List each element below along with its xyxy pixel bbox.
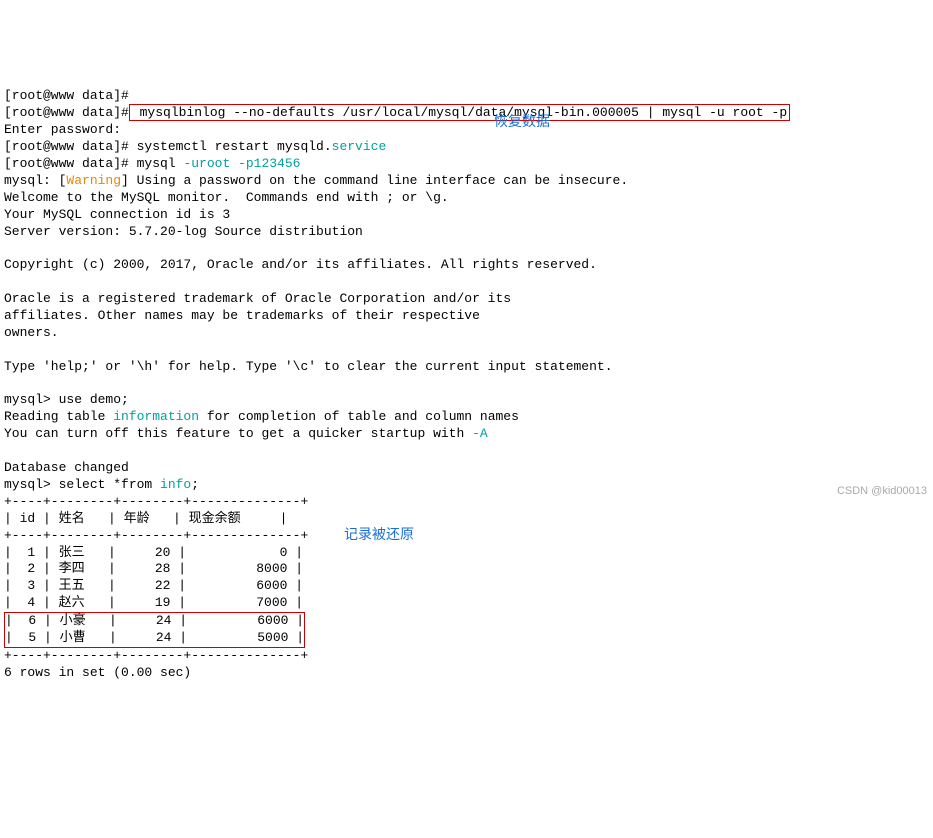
line-trademark-3: owners. <box>4 325 59 340</box>
table-header: | id | 姓名 | 年龄 | 现金余额 | <box>4 511 287 526</box>
annotation-restore-data: 恢复数据 <box>494 112 550 130</box>
watermark: CSDN @kid00013 <box>837 484 927 498</box>
mysql-creds: -uroot -p123456 <box>183 156 300 171</box>
command-highlight: mysqlbinlog --no-defaults /usr/local/mys… <box>129 104 790 121</box>
warn-post: ] Using a password on the command line i… <box>121 173 628 188</box>
line-trademark-2: affiliates. Other names may be trademark… <box>4 308 480 323</box>
line-db-changed: Database changed <box>4 460 129 475</box>
table-row: | 4 | 赵六 | 19 | 7000 | <box>4 595 303 610</box>
line-server-ver: Server version: 5.7.20-log Source distri… <box>4 224 363 239</box>
word-service: service <box>332 139 387 154</box>
flag-a: -A <box>472 426 488 441</box>
word-information: information <box>113 409 199 424</box>
table-name: info <box>160 477 191 492</box>
line-copyright: Copyright (c) 2000, 2017, Oracle and/or … <box>4 257 597 272</box>
line-use-db: mysql> use demo; <box>4 392 129 407</box>
prompt: [root@www data]# <box>4 105 129 120</box>
annotation-records-restored: 记录被还原 <box>344 525 414 543</box>
table-row: | 2 | 李四 | 28 | 8000 | <box>4 561 303 576</box>
line-truncated: [root@www data]# <box>4 88 129 103</box>
table-row: | 1 | 张三 | 20 | 0 | <box>4 545 303 560</box>
line-restart: [root@www data]# systemctl restart mysql… <box>4 139 332 154</box>
warning-word: Warning <box>66 173 121 188</box>
line-feature-a: You can turn off this feature to get a q… <box>4 426 472 441</box>
line-reading-a: Reading table <box>4 409 113 424</box>
terminal-output: [root@www data]# [root@www data]# mysqlb… <box>4 72 929 716</box>
warn-pre: mysql: [ <box>4 173 66 188</box>
table-row: | 5 | 小曹 | 24 | 5000 | <box>5 630 304 645</box>
line-enter-pw: Enter password: <box>4 122 121 137</box>
line-trademark-1: Oracle is a registered trademark of Orac… <box>4 291 511 306</box>
table-row: | 3 | 王五 | 22 | 6000 | <box>4 578 303 593</box>
table-row: | 6 | 小豪 | 24 | 6000 | <box>5 613 304 628</box>
line-reading-b: for completion of table and column names <box>199 409 519 424</box>
table-sep-top: +----+--------+--------+--------------+ <box>4 494 308 509</box>
line-help: Type 'help;' or '\h' for help. Type '\c'… <box>4 359 613 374</box>
line-select-semi: ; <box>191 477 199 492</box>
restored-rows-highlight: | 6 | 小豪 | 24 | 6000 | | 5 | 小曹 | 24 | 5… <box>4 612 305 648</box>
table-sep-mid: +----+--------+--------+--------------+ <box>4 528 308 543</box>
table-sep-bottom: +----+--------+--------+--------------+ <box>4 648 308 663</box>
line-conn-id: Your MySQL connection id is 3 <box>4 207 230 222</box>
line-mysql-login: [root@www data]# mysql <box>4 156 183 171</box>
line-rows-in-set: 6 rows in set (0.00 sec) <box>4 665 191 680</box>
line-select-a: mysql> select *from <box>4 477 160 492</box>
line-welcome: Welcome to the MySQL monitor. Commands e… <box>4 190 449 205</box>
